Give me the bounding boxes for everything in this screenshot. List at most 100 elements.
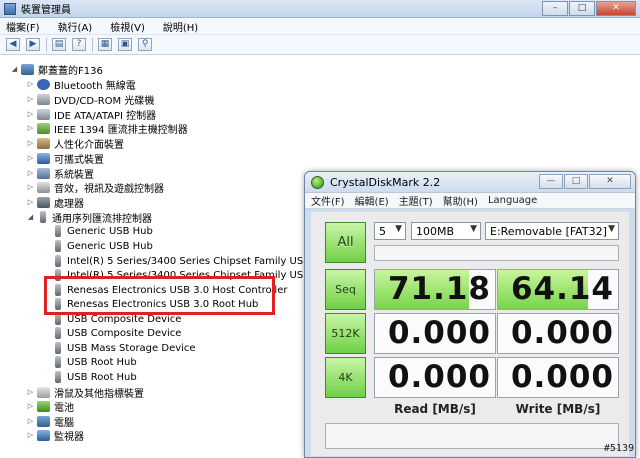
512k-read-value: 0.000 — [374, 313, 496, 354]
tree-category[interactable]: ▷ Bluetooth 無線電 — [26, 77, 136, 92]
cdm-menu-language[interactable]: Language — [488, 195, 537, 206]
close-button[interactable]: ✕ — [596, 1, 636, 16]
dm-menu-bar: 檔案(F) 執行(A) 檢視(V) 說明(H) — [0, 18, 640, 35]
expand-icon[interactable]: ▷ — [26, 402, 35, 410]
expand-icon[interactable]: ▷ — [26, 154, 35, 162]
expand-icon[interactable]: ▷ — [26, 169, 35, 177]
cdm-menu-help[interactable]: 幫助(H) — [443, 193, 478, 208]
menu-view[interactable]: 檢視(V) — [110, 19, 145, 34]
tree-category-usb[interactable]: ◢ 通用序列匯流排控制器 — [26, 210, 152, 225]
4k-button[interactable]: 4K — [325, 357, 366, 398]
expand-icon[interactable]: ▷ — [26, 139, 35, 147]
tree-category[interactable]: ▷ 處理器 — [26, 195, 84, 210]
scan-icon[interactable]: ⚲ — [138, 38, 152, 51]
cdm-maximize-button[interactable]: □ — [564, 174, 588, 189]
tree-category[interactable]: ▷ 監視器 — [26, 428, 84, 443]
tree-category[interactable]: ▷ 電池 — [26, 399, 74, 414]
expand-icon[interactable]: ▷ — [26, 417, 35, 425]
minimize-button[interactable]: – — [542, 1, 568, 16]
cdm-menu-file[interactable]: 文件(F) — [311, 193, 345, 208]
write-header: Write [MB/s] — [515, 402, 601, 416]
seq-button[interactable]: Seq — [325, 269, 366, 310]
category-label: 滑鼠及其他指標裝置 — [54, 388, 144, 400]
expand-icon[interactable]: ▷ — [26, 388, 35, 396]
tree-category[interactable]: ▷ 系統裝置 — [26, 166, 94, 181]
category-label: 監視器 — [54, 431, 84, 443]
usb-device-item[interactable]: Generic USB Hub — [52, 224, 153, 239]
tree-category[interactable]: ▷ IDE ATA/ATAPI 控制器 — [26, 107, 156, 122]
toolbar-divider — [46, 37, 47, 52]
crystaldiskmark-window: CrystalDiskMark 2.2 — □ ✕ 文件(F) 編輯(E) 主題… — [304, 171, 636, 458]
cdm-menu-edit[interactable]: 編輯(E) — [355, 193, 389, 208]
category-label: 電池 — [54, 402, 74, 414]
menu-action[interactable]: 執行(A) — [58, 19, 93, 34]
category-label: Bluetooth 無線電 — [54, 80, 136, 92]
tree-category[interactable]: ▷ IEEE 1394 匯流排主機控制器 — [26, 121, 188, 136]
cdm-title: CrystalDiskMark 2.2 — [330, 175, 441, 189]
expand-icon[interactable]: ▷ — [26, 198, 35, 206]
usb-device-item[interactable]: USB Composite Device — [52, 326, 181, 341]
back-icon[interactable]: ◀ — [6, 38, 20, 51]
category-label: 通用序列匯流排控制器 — [52, 213, 152, 225]
cdm-body: All 5 ▼ 100MB ▼ E:Removable [FAT32] ▼ Se… — [311, 212, 629, 456]
cdm-close-button[interactable]: ✕ — [589, 174, 631, 189]
4k-write-number: 0.000 — [510, 359, 614, 395]
usb-device-item[interactable]: Generic USB Hub — [52, 239, 153, 254]
forward-icon[interactable]: ▶ — [26, 38, 40, 51]
battery-icon — [37, 400, 50, 412]
properties-icon[interactable]: ▤ — [52, 38, 66, 51]
size-select[interactable]: 100MB ▼ — [411, 222, 481, 240]
menu-file[interactable]: 檔案(F) — [6, 19, 40, 34]
cdm-title-bar: CrystalDiskMark 2.2 — □ ✕ — [305, 172, 635, 192]
ide-controller-icon — [37, 108, 50, 120]
help-icon[interactable]: ? — [72, 38, 86, 51]
tree-category[interactable]: ▷ 人性化介面裝置 — [26, 136, 124, 151]
expand-icon[interactable]: ▷ — [26, 80, 35, 88]
refresh-icon[interactable]: ▣ — [118, 38, 132, 51]
view-icon[interactable]: ▦ — [98, 38, 112, 51]
sound-icon — [37, 181, 50, 193]
usb-device-item[interactable]: Intel(R) 5 Series/3400 Series Chipset Fa… — [52, 254, 332, 269]
seq-write-value: 64.14 — [497, 269, 619, 310]
cdm-minimize-button[interactable]: — — [539, 174, 563, 189]
tree-category[interactable]: ▷ 音效，視訊及遊戲控制器 — [26, 180, 164, 195]
usb-device-item[interactable]: USB Root Hub — [52, 355, 137, 370]
dm-title-bar: 裝置管理員 – □ ✕ — [0, 0, 640, 18]
expand-icon[interactable]: ▷ — [26, 183, 35, 191]
tree-category[interactable]: ▷ DVD/CD-ROM 光碟機 — [26, 92, 154, 107]
all-button[interactable]: All — [325, 222, 366, 263]
expand-icon[interactable]: ▷ — [26, 431, 35, 439]
expand-icon[interactable]: ▷ — [26, 110, 35, 118]
toolbar-divider — [92, 37, 93, 52]
512k-button[interactable]: 512K — [325, 313, 366, 354]
collapse-icon[interactable]: ◢ — [26, 213, 35, 221]
system-device-icon — [37, 167, 50, 179]
tree-category[interactable]: ▷ 電腦 — [26, 414, 74, 429]
drive-select[interactable]: E:Removable [FAT32] ▼ — [485, 222, 619, 240]
expand-icon[interactable]: ▷ — [26, 95, 35, 103]
tree-category[interactable]: ▷ 滑鼠及其他指標裝置 — [26, 385, 144, 400]
category-label: 人性化介面裝置 — [54, 139, 124, 151]
512k-write-number: 0.000 — [510, 315, 614, 351]
usb-device-item[interactable]: USB Root Hub — [52, 370, 137, 385]
tree-category[interactable]: ▷ 可攜式裝置 — [26, 151, 104, 166]
ieee1394-icon — [37, 122, 50, 134]
tree-root[interactable]: ◢ 鄭蓋蓋的F136 — [10, 62, 103, 77]
seq-read-number: 71.18 — [387, 271, 491, 307]
category-label: 處理器 — [54, 198, 84, 210]
runs-select[interactable]: 5 ▼ — [374, 222, 406, 240]
usb-plug-icon — [55, 313, 61, 326]
device-label: USB Mass Storage Device — [67, 342, 196, 354]
menu-help[interactable]: 說明(H) — [163, 19, 198, 34]
collapse-icon[interactable]: ◢ — [10, 65, 19, 73]
optical-drive-icon — [37, 93, 50, 105]
cdm-menu-theme[interactable]: 主題(T) — [399, 193, 433, 208]
category-label: IEEE 1394 匯流排主機控制器 — [54, 124, 188, 136]
expand-icon[interactable]: ▷ — [26, 124, 35, 132]
chevron-down-icon: ▼ — [608, 224, 615, 234]
maximize-button[interactable]: □ — [569, 1, 595, 16]
usb-plug-icon — [55, 342, 61, 355]
usb-device-item[interactable]: USB Mass Storage Device — [52, 341, 196, 356]
seq-write-number: 64.14 — [510, 271, 614, 307]
crystaldiskmark-logo-icon — [311, 175, 324, 189]
